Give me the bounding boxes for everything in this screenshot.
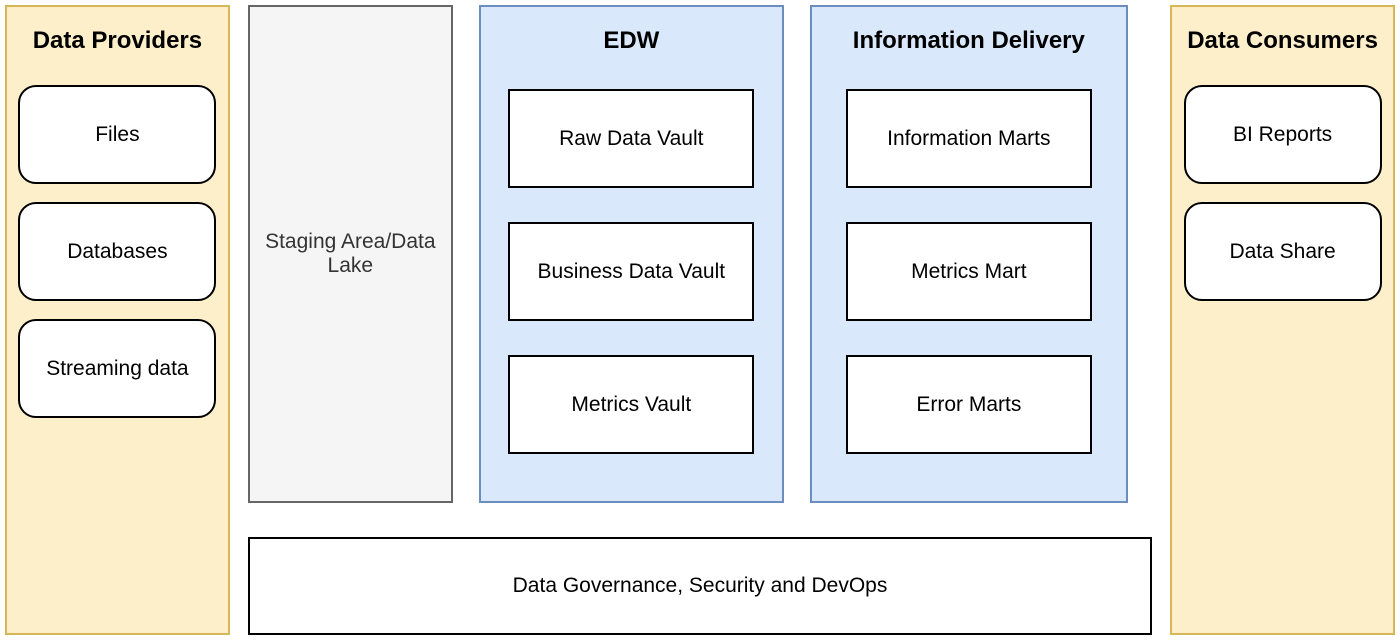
consumer-item-data-share: Data Share	[1184, 202, 1382, 301]
delivery-column: Information Delivery Information Marts M…	[810, 5, 1128, 503]
provider-item-streaming: Streaming data	[18, 319, 216, 418]
data-consumers-title: Data Consumers	[1187, 7, 1378, 67]
provider-item-files: Files	[18, 85, 216, 184]
data-providers-title: Data Providers	[33, 7, 202, 67]
delivery-item-error-marts: Error Marts	[846, 355, 1092, 454]
edw-item-raw-vault: Raw Data Vault	[508, 89, 754, 188]
staging-area-box: Staging Area/Data Lake	[248, 5, 453, 503]
delivery-item-metrics-mart: Metrics Mart	[846, 222, 1092, 321]
delivery-items-stack: Information Marts Metrics Mart Error Mar…	[846, 89, 1092, 454]
consumer-item-bi-reports: BI Reports	[1184, 85, 1382, 184]
middle-top-row: Staging Area/Data Lake EDW Raw Data Vaul…	[248, 5, 1152, 503]
provider-item-databases: Databases	[18, 202, 216, 301]
edw-items-stack: Raw Data Vault Business Data Vault Metri…	[508, 89, 754, 454]
middle-section: Staging Area/Data Lake EDW Raw Data Vaul…	[248, 5, 1152, 635]
edw-item-metrics-vault: Metrics Vault	[508, 355, 754, 454]
diagram-container: Data Providers Files Databases Streaming…	[5, 5, 1395, 635]
data-consumers-column: Data Consumers BI Reports Data Share	[1170, 5, 1395, 635]
edw-column: EDW Raw Data Vault Business Data Vault M…	[479, 5, 784, 503]
delivery-item-info-marts: Information Marts	[846, 89, 1092, 188]
edw-title: EDW	[603, 7, 659, 67]
edw-item-business-vault: Business Data Vault	[508, 222, 754, 321]
provider-items-stack: Files Databases Streaming data	[18, 85, 216, 418]
governance-bar: Data Governance, Security and DevOps	[248, 537, 1152, 635]
data-providers-column: Data Providers Files Databases Streaming…	[5, 5, 230, 635]
consumer-items-stack: BI Reports Data Share	[1184, 85, 1382, 301]
delivery-title: Information Delivery	[853, 7, 1085, 67]
